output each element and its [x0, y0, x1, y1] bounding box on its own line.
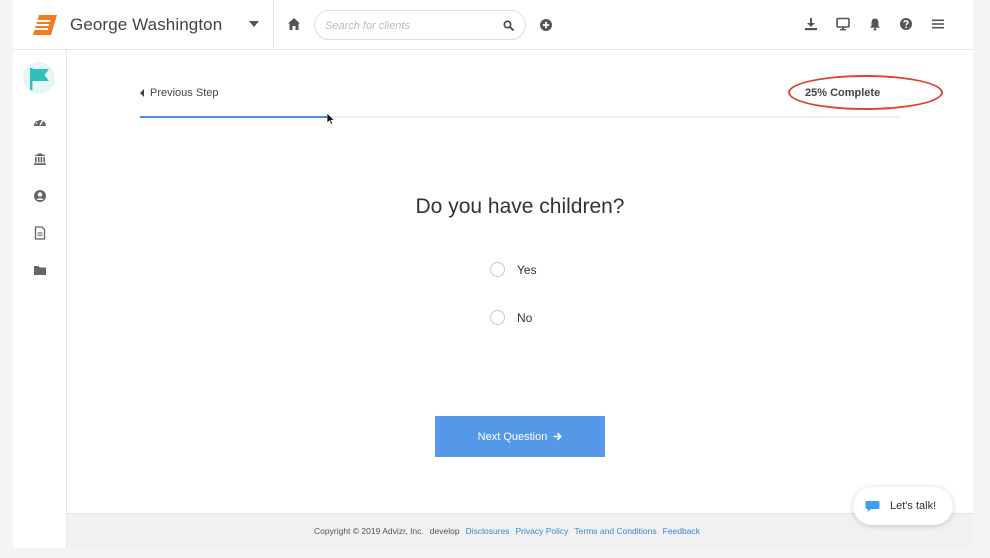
chat-label: Let's talk!: [890, 500, 937, 512]
sidebar: [13, 50, 67, 548]
progress-fill: [140, 116, 330, 118]
footer-link-privacy-policy[interactable]: Privacy Policy: [516, 526, 569, 536]
radio-no[interactable]: [490, 310, 505, 325]
home-icon[interactable]: [287, 17, 301, 31]
client-dropdown-caret-icon[interactable]: [249, 21, 259, 27]
radio-yes[interactable]: [490, 262, 505, 277]
download-icon[interactable]: [804, 17, 818, 31]
footer-link-feedback[interactable]: Feedback: [663, 526, 700, 536]
option-label: No: [517, 310, 533, 325]
monitor-icon[interactable]: [836, 17, 850, 31]
document-icon[interactable]: [33, 226, 47, 240]
folder-icon[interactable]: [33, 263, 47, 277]
help-circle-icon[interactable]: [899, 17, 913, 31]
previous-step-link[interactable]: Previous Step: [140, 87, 218, 99]
copyright-text: Copyright © 2019 Advizr, Inc.: [314, 526, 424, 536]
app-window: George Washington Search for clients Pre…: [13, 0, 973, 548]
search-input[interactable]: [325, 17, 495, 34]
environment-label: develop: [429, 526, 460, 536]
client-name[interactable]: George Washington: [70, 15, 222, 35]
caret-left-icon: [140, 89, 144, 97]
chat-widget-button[interactable]: Let's talk!: [853, 487, 953, 525]
flag-icon: [30, 68, 49, 90]
chat-bubble-icon: [865, 500, 880, 512]
option-no[interactable]: No: [490, 310, 532, 325]
search-box: [314, 10, 526, 40]
sidebar-item-flag[interactable]: [23, 62, 55, 94]
footer-link-terms[interactable]: Terms and Conditions: [574, 526, 656, 536]
option-label: Yes: [517, 262, 537, 277]
bell-icon[interactable]: [868, 17, 882, 31]
user-circle-icon[interactable]: [33, 189, 47, 203]
footer-link-disclosures[interactable]: Disclosures: [466, 526, 510, 536]
next-question-button[interactable]: Next Question: [435, 416, 605, 457]
progress-track: [140, 116, 900, 118]
add-circle-icon[interactable]: [540, 19, 552, 31]
footer: Copyright © 2019 Advizr, Inc. develop Di…: [67, 513, 973, 548]
arrow-right-icon: [553, 432, 563, 441]
header-divider: [273, 0, 274, 49]
advizr-logo-icon[interactable]: [33, 15, 57, 35]
question-title: Do you have children?: [415, 195, 625, 218]
menu-icon[interactable]: [931, 17, 945, 31]
progress-label: 25% Complete: [805, 87, 881, 99]
bank-icon[interactable]: [33, 152, 47, 166]
main-content: Previous Step 25% Complete Do you have c…: [67, 50, 973, 513]
next-question-label: Next Question: [477, 430, 548, 443]
dashboard-icon[interactable]: [33, 115, 47, 129]
previous-step-label: Previous Step: [150, 87, 219, 99]
top-header: George Washington: [13, 0, 973, 50]
search-icon[interactable]: [503, 20, 514, 31]
option-yes[interactable]: Yes: [490, 262, 537, 277]
